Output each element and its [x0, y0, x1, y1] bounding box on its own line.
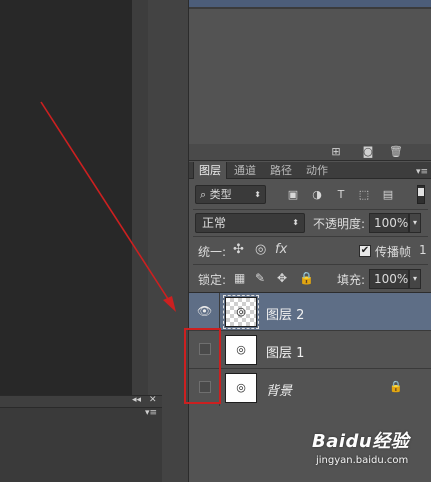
lock-brush-icon[interactable]: ✎: [255, 271, 265, 285]
opacity-input[interactable]: 100%: [369, 213, 409, 233]
layers-list: 👁 ◎ 图层 2 ◎ 图层 1 ◎ 背景 🔒: [189, 292, 431, 407]
layer-content-icon: ◎: [236, 381, 246, 394]
tab-layers[interactable]: 图层: [193, 162, 227, 179]
document-canvas[interactable]: [0, 0, 132, 395]
filter-kind-select[interactable]: ⌕ 类型 ⬍: [195, 185, 266, 204]
layer-row[interactable]: ◎ 图层 1: [189, 331, 431, 369]
unify-visibility-icon[interactable]: ◎: [255, 242, 266, 257]
panel-menu-icon[interactable]: ▾≡: [145, 408, 157, 418]
type-filter-icon[interactable]: T: [334, 188, 348, 201]
layer-thumbnail: ◎: [223, 295, 259, 329]
stepper-icon: ⬍: [254, 190, 261, 199]
panel-menu-icon[interactable]: ▾≡: [416, 167, 428, 177]
watermark: Baidu经验 jingyan.baidu.com: [312, 425, 427, 479]
propagate-frame-value: 1: [419, 243, 427, 257]
unify-row: 统一: ✣ ◎ fx ✔ 传播帧 1: [189, 239, 431, 263]
close-icon[interactable]: ✕: [149, 395, 157, 405]
tab-actions[interactable]: 动作: [301, 162, 333, 179]
layer-row[interactable]: ◎ 背景 🔒: [189, 369, 431, 407]
tab-paths[interactable]: 路径: [265, 162, 297, 179]
image-filter-icon[interactable]: ▣: [286, 188, 300, 201]
propagate-frame-checkbox[interactable]: ✔: [359, 245, 371, 257]
lock-row: 锁定: ▦ ✎ ✥ 🔒 填充: 100% ▾: [189, 266, 431, 292]
annotation-highlight-box: [184, 328, 221, 404]
layer-row[interactable]: 👁 ◎ 图层 2: [189, 293, 431, 331]
filter-toggle[interactable]: [417, 185, 425, 204]
layers-panel: ⊞ ◙ 🗑 图层 通道 路径 动作 ▾≡ ⌕ 类型 ⬍ ▣ ◑ T ⬚ ▤ 正常…: [188, 0, 431, 482]
filter-kind-label: 类型: [209, 188, 232, 201]
layer-name[interactable]: 背景: [266, 380, 292, 399]
eye-icon[interactable]: 👁: [197, 304, 212, 318]
lock-icon: 🔒: [389, 380, 403, 393]
opacity-label: 不透明度:: [313, 217, 366, 231]
mini-panel-tabbar: ▾≡: [0, 408, 162, 420]
lock-transparent-icon[interactable]: ▦: [234, 271, 245, 285]
layers-panel-tabs: 图层 通道 路径 动作 ▾≡: [189, 162, 431, 179]
panel-divider: [189, 7, 431, 9]
smart-object-filter-icon[interactable]: ▤: [381, 188, 395, 201]
filter-toggle-knob: [418, 188, 424, 196]
history-panel-toolbar: ⊞ ◙ 🗑: [189, 144, 431, 161]
divider: [193, 209, 428, 210]
watermark-brand: Baidu经验: [312, 431, 410, 452]
layer-content-icon: ◎: [236, 305, 246, 318]
mini-docked-panel: ◂◂ ✕ ▾≡: [0, 395, 162, 482]
trash-icon[interactable]: 🗑: [389, 146, 403, 158]
blend-mode-value: 正常: [202, 216, 227, 230]
divider: [193, 236, 428, 237]
shape-filter-icon[interactable]: ⬚: [357, 188, 371, 201]
layer-filter-row: ⌕ 类型 ⬍ ▣ ◑ T ⬚ ▤: [189, 182, 431, 208]
layer-thumbnail: ◎: [225, 373, 257, 403]
divider: [193, 264, 428, 265]
unify-position-icon[interactable]: ✣: [233, 242, 244, 257]
mini-panel-header: ◂◂ ✕: [0, 395, 162, 408]
fill-dropdown-button[interactable]: ▾: [409, 269, 421, 289]
lock-all-icon[interactable]: 🔒: [299, 271, 314, 285]
layer-thumbnail: ◎: [225, 335, 257, 365]
search-icon: ⌕: [200, 188, 207, 201]
lock-label: 锁定:: [198, 273, 227, 287]
tab-channels[interactable]: 通道: [229, 162, 261, 179]
fill-input[interactable]: 100%: [369, 269, 409, 289]
blend-row: 正常 ⬍ 不透明度: 100% ▾: [189, 211, 431, 235]
layer-name[interactable]: 图层 2: [266, 304, 304, 323]
unify-label: 统一:: [198, 245, 227, 259]
visibility-column-divider: [219, 293, 220, 331]
camera-icon[interactable]: ◙: [361, 146, 375, 158]
history-panel-selected-row[interactable]: [189, 0, 431, 7]
lock-move-icon[interactable]: ✥: [277, 271, 287, 285]
blend-mode-select[interactable]: 正常 ⬍: [195, 213, 305, 233]
fill-label: 填充:: [337, 273, 366, 287]
opacity-dropdown-button[interactable]: ▾: [409, 213, 421, 233]
propagate-frame-label: 传播帧: [375, 245, 412, 259]
unify-style-icon[interactable]: fx: [275, 242, 287, 257]
layer-content-icon: ◎: [236, 343, 246, 356]
collapse-icon[interactable]: ◂◂: [132, 395, 141, 405]
adjustment-filter-icon[interactable]: ◑: [310, 188, 324, 201]
watermark-url: jingyan.baidu.com: [316, 455, 409, 466]
stepper-icon: ⬍: [292, 218, 299, 227]
layer-name[interactable]: 图层 1: [266, 342, 304, 361]
new-document-icon[interactable]: ⊞: [329, 146, 343, 158]
